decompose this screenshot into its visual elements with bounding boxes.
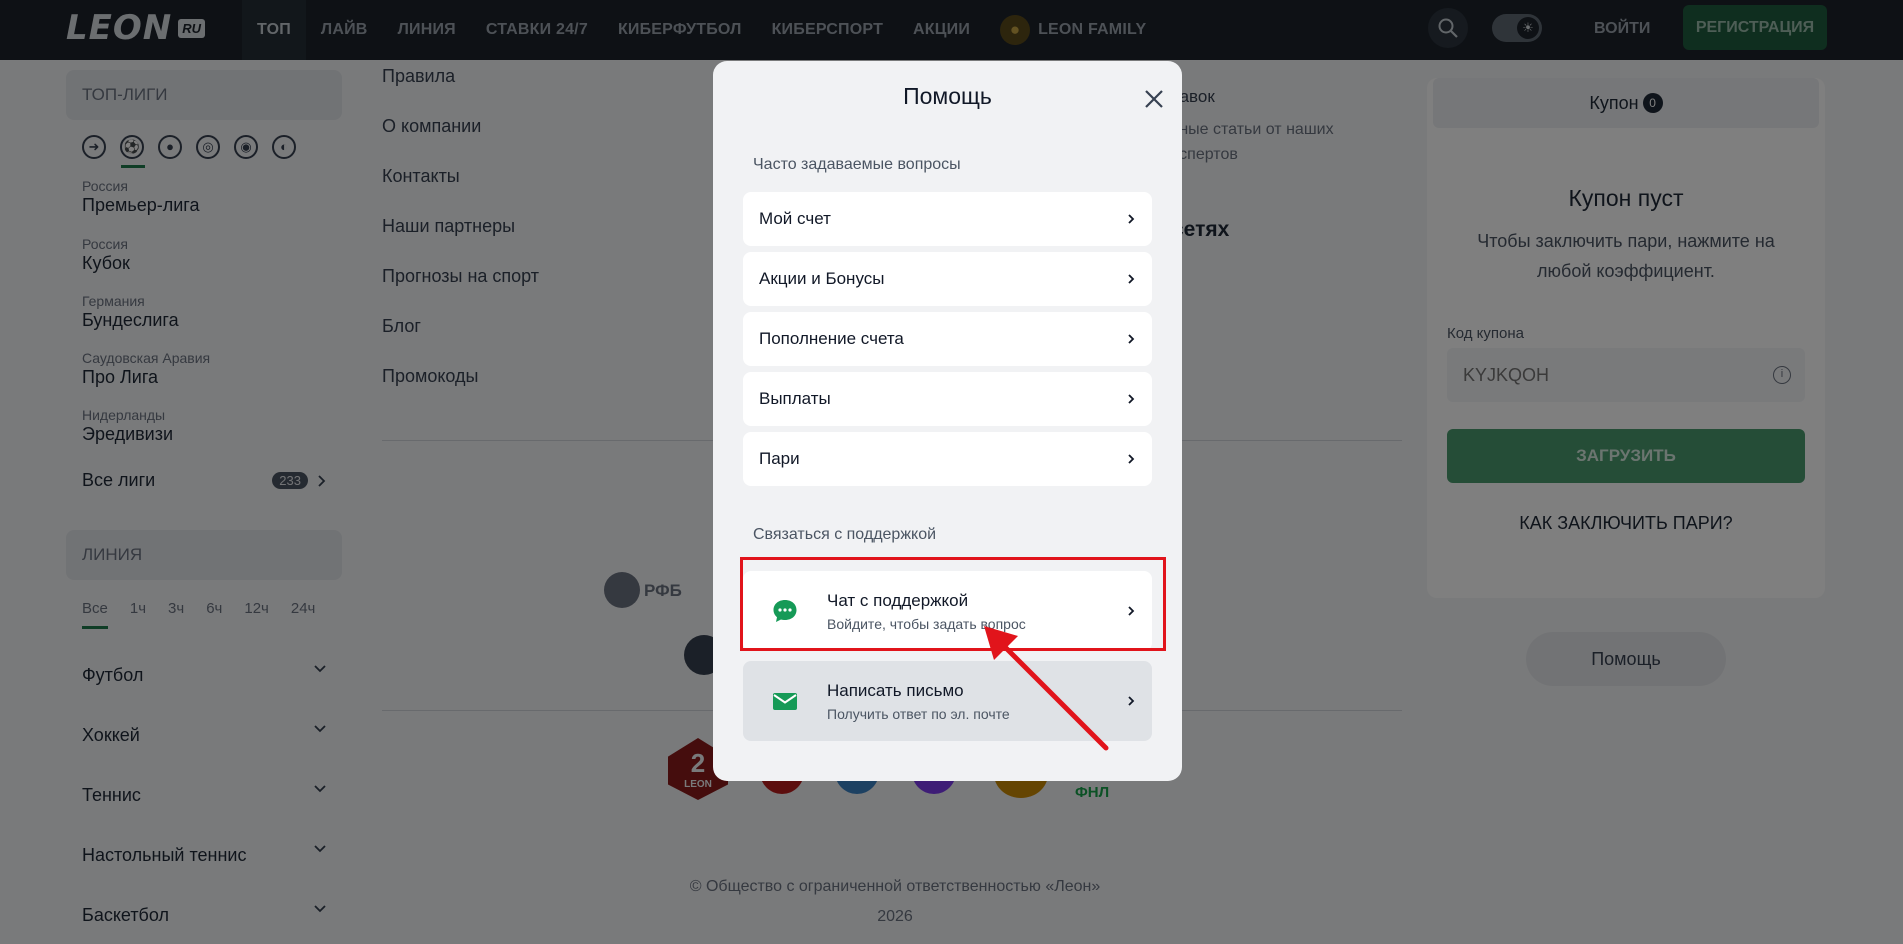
chevron-right-icon [1128, 696, 1135, 706]
chevron-right-icon [1128, 334, 1135, 344]
faq-item-label: Акции и Бонусы [759, 269, 885, 288]
support-section-title: Связаться с поддержкой [753, 526, 937, 543]
faq-item-my-account[interactable]: Мой счет [743, 192, 1152, 246]
chevron-right-icon [1128, 274, 1135, 284]
faq-item-payouts[interactable]: Выплаты [743, 372, 1152, 426]
mail-icon [773, 693, 797, 710]
faq-section-title: Часто задаваемые вопросы [753, 156, 961, 173]
faq-item-promos-bonuses[interactable]: Акции и Бонусы [743, 252, 1152, 306]
faq-item-label: Пополнение счета [759, 329, 904, 348]
chevron-right-icon [1128, 454, 1135, 464]
chevron-right-icon [1128, 214, 1135, 224]
chevron-right-icon [1128, 394, 1135, 404]
annotation-arrow-icon [984, 626, 1109, 751]
faq-item-deposit[interactable]: Пополнение счета [743, 312, 1152, 366]
close-icon[interactable] [1142, 87, 1166, 111]
faq-item-label: Мой счет [759, 209, 831, 228]
modal-title: Помощь [903, 83, 992, 109]
faq-item-label: Пари [759, 449, 800, 468]
faq-item-label: Выплаты [759, 389, 831, 408]
faq-item-bets[interactable]: Пари [743, 432, 1152, 486]
